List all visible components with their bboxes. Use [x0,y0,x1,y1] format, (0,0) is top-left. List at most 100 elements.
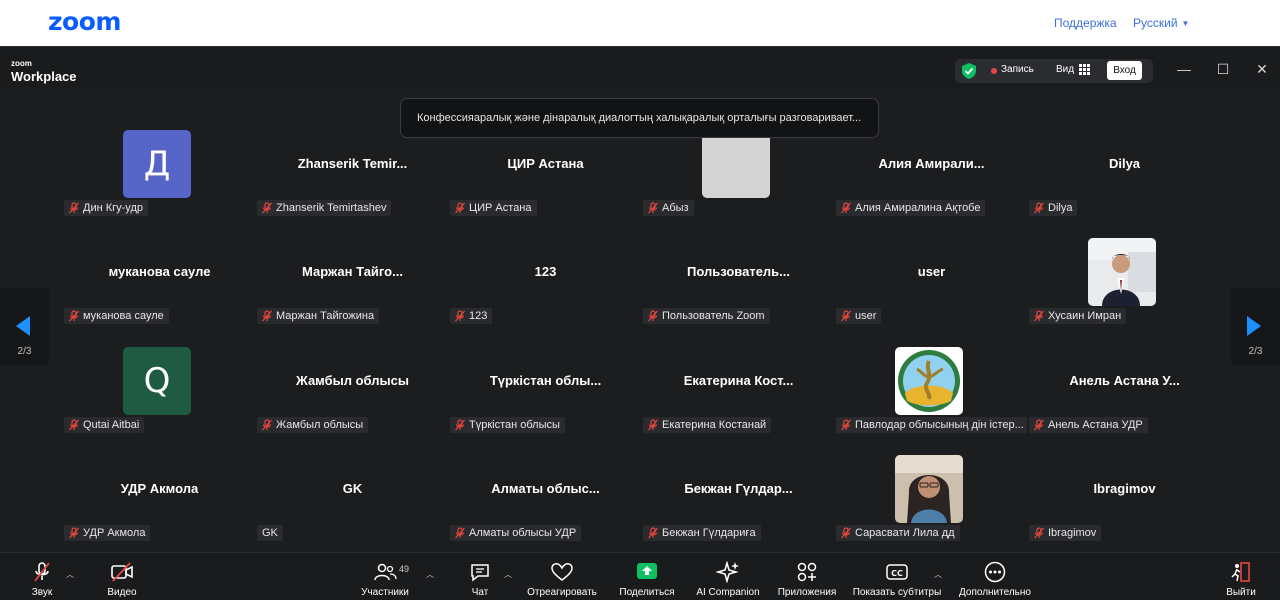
participant-tile[interactable]: Бекжан Гүлдар... Бекжан Гүлдариға [642,455,835,563]
participant-tile[interactable]: Хусаин Имран [1028,238,1221,346]
chat-options-button[interactable]: ︿ [502,559,514,599]
participant-name-label: Анель Астана УДР [1029,417,1148,433]
ai-companion-button[interactable]: AI Companion [690,559,766,599]
participant-name-text: Qutai Aitbai [83,419,140,431]
share-label: Поделиться [619,587,675,598]
video-label: Видео [107,587,137,598]
participant-name-text: Бекжан Гүлдариға [662,527,756,539]
more-button[interactable]: Дополнительно [954,559,1036,599]
participant-tile[interactable]: Д Дин Кгу-удр [63,130,256,238]
next-page-button[interactable]: 2/3 [1231,288,1280,365]
captions-button[interactable]: CC Показать субтитры [850,559,944,599]
react-label: Отреагировать [527,587,597,598]
participant-avatar [702,130,770,198]
svg-text:CC: CC [891,569,903,578]
video-button[interactable]: Видео [100,559,144,599]
maximize-button[interactable]: ☐ [1214,60,1232,78]
brand-workplace: Workplace [11,69,77,84]
enter-button[interactable]: Вход [1107,61,1142,80]
participant-tile[interactable]: Жамбыл облысы Жамбыл облысы [256,347,449,455]
react-button[interactable]: Отреагировать [522,559,602,599]
participants-options-button[interactable]: ︿ [424,559,436,599]
participant-tile[interactable]: user user [835,238,1028,346]
apps-button[interactable]: Приложения [772,559,842,599]
participant-name-label: Абыз [643,200,694,216]
participant-tile[interactable]: Анель Астана У... Анель Астана УДР [1028,347,1221,455]
participant-tile[interactable]: Q Qutai Aitbai [63,347,256,455]
leave-button[interactable]: Выйти [1220,559,1262,599]
participant-tile[interactable]: Сарасвати Лила дд [835,455,1028,563]
participant-name-text: Алматы облысы УДР [469,527,577,539]
audio-label: Звук [31,587,53,598]
participant-name-text: 123 [469,310,488,322]
participant-tile[interactable]: 123 123 [449,238,642,346]
leave-door-icon [1231,562,1250,582]
close-button[interactable]: ✕ [1253,60,1271,78]
participant-tile[interactable]: Түркістан облы... Түркістан облысы [449,347,642,455]
participant-name-text: Dilya [1048,202,1073,214]
mic-off-icon [841,202,851,214]
participant-name-text: Түркістан облысы [469,419,560,431]
audio-options-button[interactable]: ︿ [64,559,76,599]
participant-name-label: Dilya [1029,200,1078,216]
participant-tile[interactable]: Павлодар облысының дін істер... [835,347,1028,455]
ai-sparkle-icon [716,561,739,583]
participant-name-label: Павлодар облысының дін істер... [836,417,1027,433]
grid-view-icon[interactable] [1079,64,1090,75]
view-button[interactable]: Вид [1056,64,1074,75]
audio-button[interactable]: Звук [20,559,64,599]
participant-tile[interactable]: УДР Акмола УДР Акмола [63,455,256,563]
mic-off-icon [648,527,658,539]
page-indicator-right: 2/3 [1248,346,1263,357]
more-label: Дополнительно [959,587,1031,598]
apps-icon [797,562,817,582]
participant-name-label: Ibragimov [1029,525,1102,541]
participant-avatar: Q [123,347,191,415]
participant-name-text: Павлодар облысының дін істер... [855,419,1024,431]
participant-tile[interactable]: Маржан Тайго... Маржан Тайгожина [256,238,449,346]
web-header: zoom Поддержка Русский ▼ [0,0,1280,46]
participant-tile[interactable]: ЦИР Астана ЦИР Астана [449,130,642,238]
participant-name-label: Хусаин Имран [1029,308,1127,324]
participant-name-text: Жамбыл облысы [276,419,364,431]
participant-display-name: Екатерина Кост... [683,373,794,388]
mic-off-icon [841,419,851,431]
participant-tile[interactable]: Алия Амирали... Алия Амиралина Ақтобе [835,130,1028,238]
captions-options-button[interactable]: ︿ [932,559,944,599]
participant-tile[interactable]: GK GK [256,455,449,563]
chevron-up-icon: ︿ [66,570,74,579]
chat-button[interactable]: Чат [460,559,500,599]
mic-off-icon [262,310,272,322]
participant-name-label: Алия Амиралина Ақтобе [836,200,986,216]
chevron-down-icon: ▼ [1181,19,1190,28]
participant-name-label: муканова сауле [64,308,169,324]
minimize-button[interactable]: — [1175,60,1193,78]
participant-display-name: УДР Акмола [120,481,199,496]
mic-off-icon [841,527,851,539]
support-link[interactable]: Поддержка [1054,16,1117,30]
prev-page-button[interactable]: 2/3 [0,288,49,365]
participant-display-name: 123 [534,264,557,279]
participant-avatar [1088,238,1156,306]
participant-tile[interactable]: Абыз [642,130,835,238]
participant-tile[interactable]: Zhanserik Temir... Zhanserik Temirtashev [256,130,449,238]
participant-tile[interactable]: Пользователь... Пользователь Zoom [642,238,835,346]
participant-name-text: Екатерина Костанай [662,419,767,431]
participant-tile[interactable]: муканова сауле муканова сауле [63,238,256,346]
zoom-logo[interactable]: zoom [48,7,121,36]
mic-off-icon [1034,310,1044,322]
participant-name-label: Жамбыл облысы [257,417,369,433]
chevron-up-icon: ︿ [504,570,512,579]
shield-check-icon[interactable] [962,63,976,79]
share-button[interactable]: Поделиться [612,559,682,599]
mic-off-icon [1034,202,1044,214]
participant-tile[interactable]: Екатерина Кост... Екатерина Костанай [642,347,835,455]
participant-tile[interactable]: Ibragimov Ibragimov [1028,455,1221,563]
participants-button[interactable]: 49 Участники [355,559,415,599]
participant-tile[interactable]: Dilya Dilya [1028,130,1221,238]
mic-off-icon [69,527,79,539]
language-selector[interactable]: Русский ▼ [1133,16,1189,30]
participant-name-text: ЦИР Астана [469,202,532,214]
record-label[interactable]: Запись [1001,64,1034,75]
participant-tile[interactable]: Алматы облыс... Алматы облысы УДР [449,455,642,563]
